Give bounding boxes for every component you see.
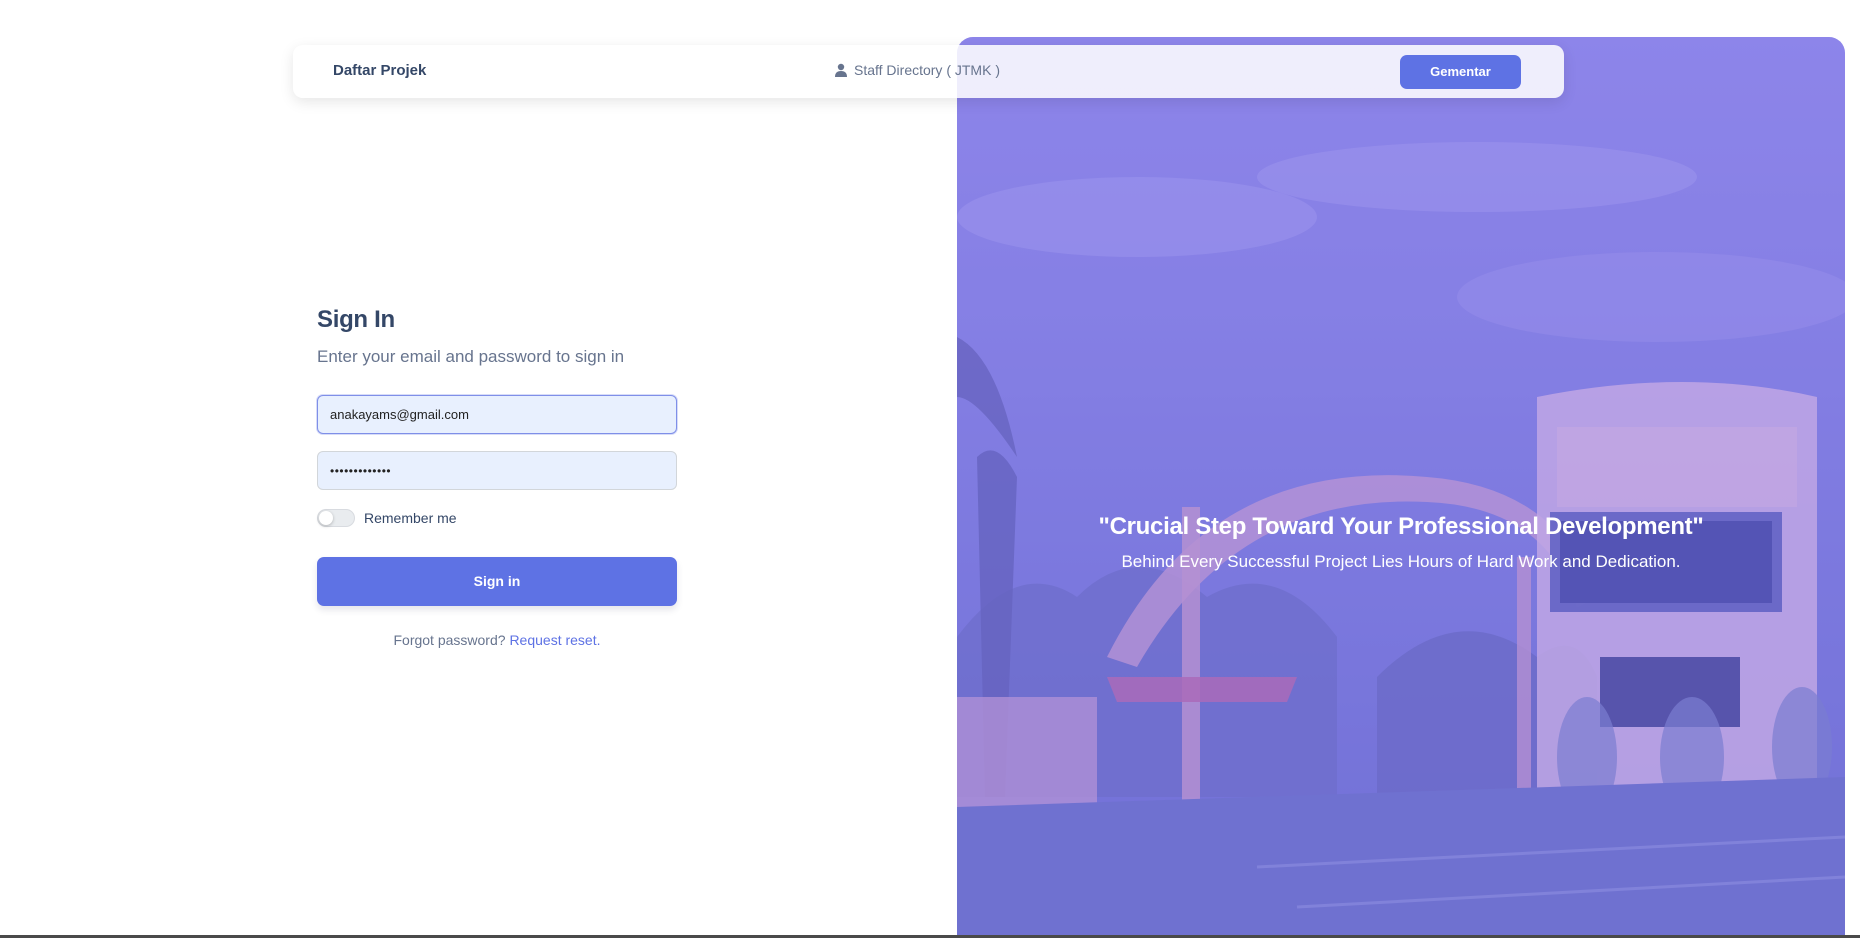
forgot-password: Forgot password? Request reset. <box>317 632 677 648</box>
email-field[interactable]: anakayams@gmail.com <box>317 395 677 434</box>
toggle-knob <box>319 511 333 525</box>
hero-quote: "Crucial Step Toward Your Professional D… <box>1098 513 1704 540</box>
remember-label: Remember me <box>364 510 457 526</box>
hero-overlay <box>957 37 1845 938</box>
request-reset-link[interactable]: Request reset. <box>509 632 600 648</box>
remember-me: Remember me <box>317 509 677 527</box>
forgot-text: Forgot password? <box>393 632 506 648</box>
signin-subtitle: Enter your email and password to sign in <box>317 347 625 366</box>
hero-panel: "Crucial Step Toward Your Professional D… <box>957 37 1845 938</box>
login-page: "Crucial Step Toward Your Professional D… <box>0 0 1860 938</box>
password-field[interactable]: ••••••••••••• <box>317 451 677 490</box>
signin-button[interactable]: Sign in <box>317 557 677 606</box>
staff-directory-label: Staff Directory ( JTMK ) <box>854 62 1000 78</box>
brand-link[interactable]: Daftar Projek <box>333 62 426 79</box>
hero-subtitle: Behind Every Successful Project Lies Hou… <box>1121 552 1681 571</box>
remember-toggle[interactable] <box>317 509 355 527</box>
top-navbar: Daftar Projek Staff Directory ( JTMK ) G… <box>293 45 1564 98</box>
staff-directory-link[interactable]: Staff Directory ( JTMK ) <box>835 62 1000 78</box>
page-title: Sign In <box>317 306 395 333</box>
user-icon <box>835 63 847 77</box>
gementar-button[interactable]: Gementar <box>1400 55 1521 89</box>
signin-form: Sign In Enter your email and password to… <box>317 306 677 648</box>
